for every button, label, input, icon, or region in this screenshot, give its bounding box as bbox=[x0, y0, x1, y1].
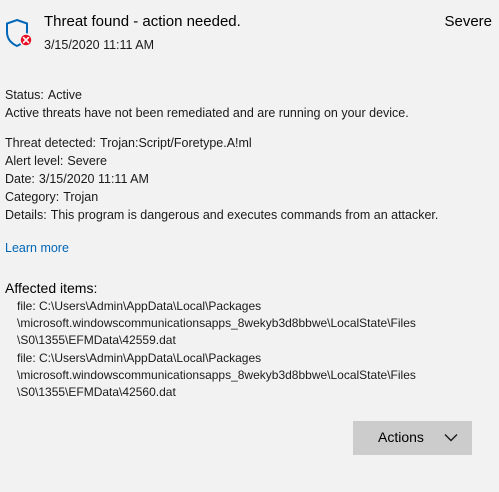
detail-label: Category: bbox=[5, 190, 60, 204]
detail-label: Threat detected: bbox=[5, 136, 97, 150]
threat-details: Status: Active Active threats have not be… bbox=[5, 86, 493, 224]
affected-item-line: \S0\1355\EFMData\42560.dat bbox=[17, 384, 176, 399]
affected-item-line: \microsoft.windowscommunicationsapps_8we… bbox=[17, 367, 416, 382]
chevron-down-icon bbox=[444, 434, 458, 442]
detail-label: Details: bbox=[5, 208, 47, 222]
detail-category: Category: Trojan bbox=[5, 188, 493, 206]
status-description: Active threats have not been remediated … bbox=[5, 106, 409, 120]
detail-label: Date: bbox=[5, 172, 35, 186]
detail-value: Trojan bbox=[63, 190, 99, 204]
affected-item-line: file: C:\Users\Admin\AppData\Local\Packa… bbox=[17, 350, 262, 365]
detail-value: Trojan:Script/Foretype.A!ml bbox=[100, 136, 252, 150]
status-label: Status: bbox=[5, 88, 44, 102]
affected-item-line: \microsoft.windowscommunicationsapps_8we… bbox=[17, 316, 416, 331]
actions-button-label: Actions bbox=[378, 429, 424, 445]
affected-items-list: file: C:\Users\Admin\AppData\Local\Packa… bbox=[17, 298, 416, 401]
learn-more-link[interactable]: Learn more bbox=[5, 241, 69, 255]
actions-button[interactable]: Actions bbox=[353, 421, 472, 455]
affected-item-line: file: C:\Users\Admin\AppData\Local\Packa… bbox=[17, 299, 262, 313]
status-line: Status: Active bbox=[5, 86, 493, 104]
detail-value: Severe bbox=[67, 154, 107, 168]
detail-value: This program is dangerous and executes c… bbox=[50, 208, 439, 222]
notification-date: 3/15/2020 11:11 AM bbox=[44, 38, 155, 52]
affected-items-heading: Affected items: bbox=[5, 280, 98, 296]
severity-label: Severe bbox=[444, 13, 492, 30]
detail-details: Details: This program is dangerous and ex… bbox=[5, 206, 493, 224]
affected-item-line: \S0\1355\EFMData\42559.dat bbox=[17, 333, 176, 348]
detail-date: Date: 3/15/2020 11:11 AM bbox=[5, 170, 493, 188]
detail-threat-detected: Threat detected: Trojan:Script/Foretype.A… bbox=[5, 134, 493, 152]
status-value: Active bbox=[47, 88, 82, 102]
notification-header: Threat found - action needed. 3/15/2020 … bbox=[0, 0, 499, 60]
shield-error-icon bbox=[6, 18, 33, 48]
detail-label: Alert level: bbox=[5, 154, 64, 168]
detail-value: 3/15/2020 11:11 AM bbox=[38, 172, 149, 186]
notification-title: Threat found - action needed. bbox=[44, 13, 241, 30]
detail-alert-level: Alert level: Severe bbox=[5, 152, 493, 170]
